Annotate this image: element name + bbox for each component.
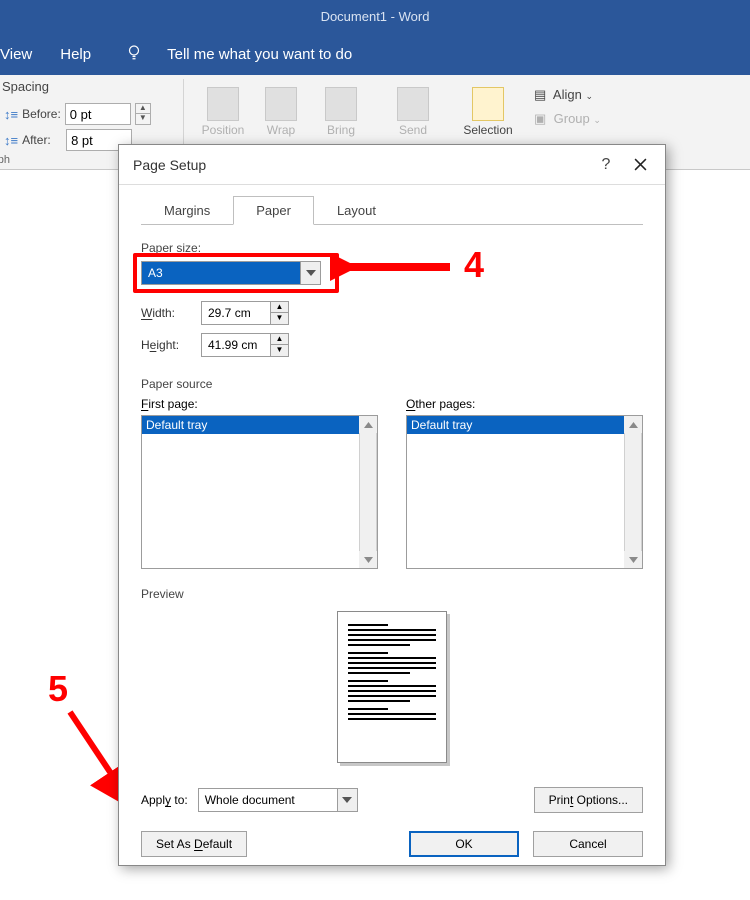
spacing-before-input[interactable]: [65, 103, 131, 125]
selection-pane-button[interactable]: Selection: [458, 87, 518, 137]
tab-layout[interactable]: Layout: [314, 196, 399, 225]
apply-to-value: Whole document: [199, 789, 337, 811]
line-spacing-after-icon: ↕≡: [4, 133, 18, 148]
preview-label: Preview: [141, 587, 643, 601]
app-titlebar: Document1 - Word: [0, 0, 750, 33]
tab-paper[interactable]: Paper: [233, 196, 314, 225]
scroll-down-icon[interactable]: [624, 551, 642, 568]
tab-margins[interactable]: Margins: [141, 196, 233, 225]
position-icon: [207, 87, 239, 121]
scrollbar[interactable]: [359, 416, 377, 568]
annotation-box-4: [133, 253, 339, 293]
dialog-titlebar: Page Setup ?: [119, 145, 665, 185]
group-icon: ▣: [534, 111, 550, 127]
annotation-number-5: 5: [48, 668, 68, 710]
dialog-tabstrip: Margins Paper Layout: [141, 195, 643, 225]
scroll-up-icon[interactable]: [624, 416, 642, 433]
scroll-down-icon[interactable]: [359, 551, 377, 568]
preview-page: [337, 611, 447, 763]
spinner-up-icon[interactable]: ▲: [271, 301, 289, 313]
width-label: Width:: [141, 306, 191, 320]
bring-forward-icon: [325, 87, 357, 121]
dialog-title: Page Setup: [133, 157, 206, 173]
paragraph-group: raph: [0, 154, 10, 166]
spinner-up-icon[interactable]: ▲: [271, 333, 289, 345]
dialog-close-button[interactable]: [623, 152, 657, 178]
annotation-number-4: 4: [464, 244, 484, 286]
height-input[interactable]: ▲▼: [201, 333, 289, 357]
other-pages-label: Other pages:: [406, 397, 643, 411]
apply-to-label: Apply to:: [141, 793, 188, 807]
chevron-down-icon[interactable]: [337, 789, 357, 811]
ok-button[interactable]: OK: [409, 831, 519, 857]
group-button: ▣ Group ⌄: [534, 111, 601, 127]
other-pages-listbox[interactable]: Default tray: [406, 415, 643, 569]
apply-to-combobox[interactable]: Whole document: [198, 788, 358, 812]
dialog-help-button[interactable]: ?: [589, 152, 623, 178]
print-options-button[interactable]: Print Options...: [534, 787, 643, 813]
wrap-text-icon: [265, 87, 297, 121]
first-page-listbox[interactable]: Default tray: [141, 415, 378, 569]
list-item[interactable]: Default tray: [407, 416, 624, 434]
scrollbar[interactable]: [624, 416, 642, 568]
app-title: Document1 - Word: [321, 9, 430, 24]
send-backward-button: Send: [390, 87, 436, 137]
list-item[interactable]: Default tray: [142, 416, 359, 434]
height-label: Height:: [141, 338, 191, 352]
align-icon: ▤: [534, 87, 550, 103]
set-as-default-button[interactable]: Set As Default: [141, 831, 247, 857]
first-page-label: First page:: [141, 397, 378, 411]
wrap-text-button: Wrap: [258, 87, 304, 137]
chevron-down-icon: ⌄: [585, 91, 593, 101]
line-spacing-before-icon: ↕≡: [4, 107, 18, 122]
spinner-down-icon[interactable]: ▼: [271, 345, 289, 357]
tell-me-box[interactable]: Tell me what you want to do: [167, 46, 352, 63]
bring-forward-button: Bring: [318, 87, 364, 137]
after-label: After:: [22, 133, 62, 147]
tab-help[interactable]: Help: [60, 46, 91, 63]
send-backward-icon: [397, 87, 429, 121]
chevron-down-icon: ⌄: [593, 115, 601, 125]
ribbon-tabs: View Help Tell me what you want to do: [0, 33, 750, 75]
before-label: Before:: [22, 107, 61, 121]
align-button[interactable]: ▤ Align ⌄: [534, 87, 593, 103]
selection-pane-icon: [472, 87, 504, 121]
width-input[interactable]: ▲▼: [201, 301, 289, 325]
scroll-up-icon[interactable]: [359, 416, 377, 433]
close-icon: [634, 158, 647, 171]
spacing-label: Spacing: [2, 79, 49, 94]
tab-view[interactable]: View: [0, 46, 32, 63]
paper-source-label: Paper source: [141, 377, 643, 391]
cancel-button[interactable]: Cancel: [533, 831, 643, 857]
position-button: Position: [198, 87, 248, 137]
spinner-down-icon[interactable]: ▼: [271, 313, 289, 325]
annotation-arrow-4: [330, 252, 460, 282]
spacing-before-spinner[interactable]: ▲▼: [135, 103, 151, 125]
bulb-icon: [119, 43, 149, 65]
